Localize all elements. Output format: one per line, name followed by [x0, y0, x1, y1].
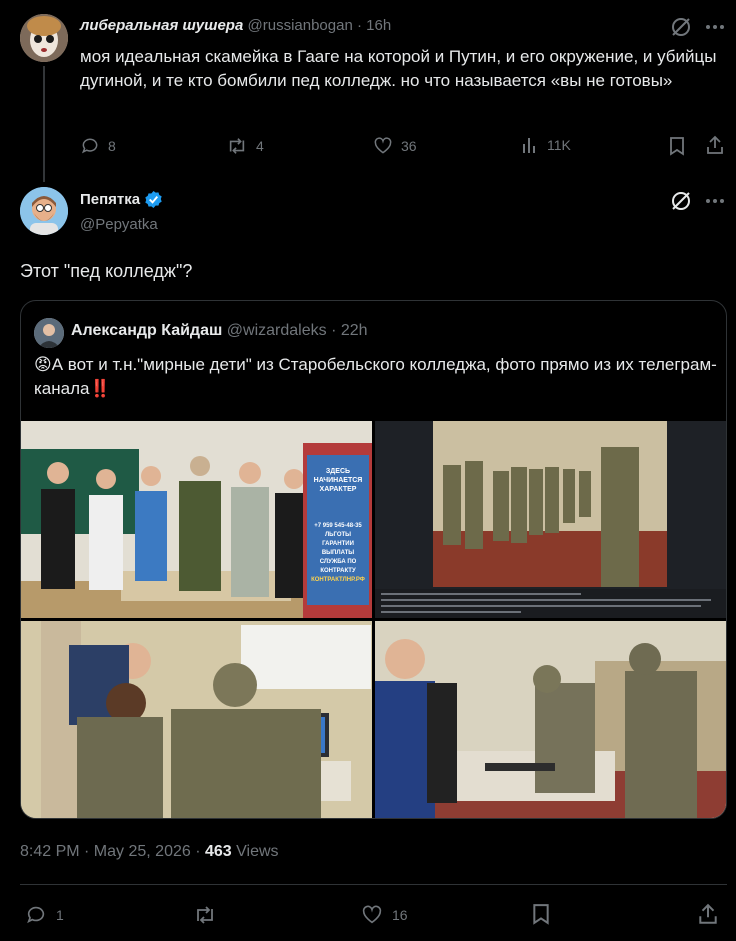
reply-count: 8 — [108, 138, 116, 154]
reply-button[interactable]: 1 — [24, 904, 64, 926]
more-icon[interactable] — [704, 18, 726, 36]
like-count: 16 — [392, 907, 408, 923]
heart-icon — [374, 137, 392, 154]
repost-icon — [229, 138, 245, 154]
reply-button[interactable]: 8 — [80, 136, 116, 156]
repost-button[interactable] — [192, 904, 218, 926]
reply-count: 1 — [56, 907, 64, 923]
views-chart-icon — [523, 138, 535, 153]
reply-icon — [27, 906, 45, 924]
quoted-tweet-time: · 22h — [331, 322, 368, 339]
bookmark-icon[interactable] — [531, 902, 551, 931]
views-label: Views — [236, 843, 279, 860]
quoted-author-name: Александр Кайдаш — [71, 322, 223, 339]
grok-icon[interactable] — [670, 16, 692, 38]
view-count: 11K — [547, 137, 571, 153]
author-handle[interactable]: @russianbogan — [248, 17, 353, 34]
avatar — [34, 318, 64, 348]
like-button[interactable]: 16 — [360, 904, 408, 926]
thread-line — [43, 66, 45, 182]
quoted-author-handle: @wizardaleks — [226, 322, 327, 339]
tweet-text: Этот "пед колледж"? — [20, 261, 193, 281]
share-icon[interactable] — [697, 902, 719, 931]
more-icon[interactable] — [704, 192, 726, 210]
quoted-tweet-text: 😡А вот и т.н."мирные дети" из Старобельс… — [34, 355, 717, 398]
angry-face-icon: 😡 — [34, 355, 52, 374]
reply-icon — [81, 138, 98, 154]
view-count: 463 — [204, 843, 232, 860]
divider — [20, 884, 727, 885]
double-exclamation-icon: ‼️ — [89, 379, 111, 398]
quoted-tweet-card[interactable]: Александр Кайдаш @wizardaleks · 22h 😡А в… — [20, 300, 727, 819]
author-name[interactable]: либеральная шушера — [80, 17, 243, 34]
photo-4[interactable] — [375, 621, 726, 818]
repost-button[interactable]: 4 — [226, 136, 264, 156]
share-icon[interactable] — [705, 135, 725, 160]
repost-count: 4 — [256, 138, 264, 154]
repost-icon — [197, 906, 213, 924]
photo-1[interactable]: ЗДЕСЬ НАЧИНАЕТСЯ ХАРАКТЕР +7 959 545-48-… — [21, 421, 372, 618]
grok-icon[interactable] — [670, 190, 692, 212]
views-button[interactable]: 11K — [521, 136, 571, 154]
photo-2[interactable] — [375, 421, 726, 618]
like-button[interactable]: 36 — [373, 136, 417, 156]
tweet-time[interactable]: · 16h — [357, 17, 391, 34]
heart-icon — [362, 905, 382, 924]
recruitment-banner: ЗДЕСЬ НАЧИНАЕТСЯ ХАРАКТЕР +7 959 545-48-… — [311, 468, 365, 583]
avatar[interactable] — [20, 187, 68, 235]
avatar[interactable] — [20, 14, 68, 62]
photo-3[interactable] — [21, 621, 372, 818]
like-count: 36 — [401, 138, 417, 154]
tweet-timestamp[interactable]: 8:42 PM · May 25, 2026 · 463 Views — [20, 843, 279, 861]
verified-badge-icon — [145, 190, 162, 209]
author-name[interactable]: Пепятка — [80, 191, 140, 208]
bookmark-icon[interactable] — [668, 136, 686, 161]
tweet-text: моя идеальная скамейка в Гааге на которо… — [80, 47, 717, 90]
author-handle[interactable]: @Pepyatka — [80, 216, 158, 233]
